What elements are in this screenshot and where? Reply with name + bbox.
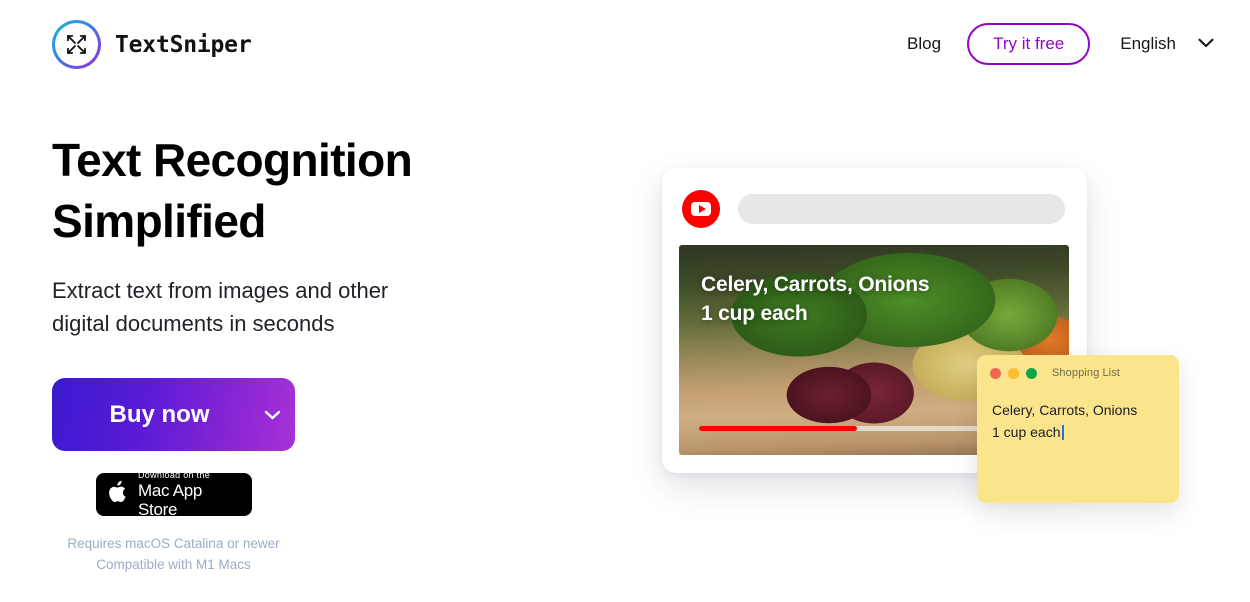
- note-titlebar: Shopping List: [990, 367, 1167, 379]
- language-selector[interactable]: English: [1120, 34, 1214, 54]
- note-text-area[interactable]: Celery, Carrots, Onions 1 cup each: [992, 399, 1169, 444]
- site-header: TextSniper Blog Try it free English: [0, 0, 1250, 90]
- chevron-down-icon: [1198, 35, 1214, 53]
- subtitle-line-2: digital documents in seconds: [52, 311, 335, 337]
- page-title: Text Recognition Simplified: [52, 130, 572, 252]
- sticky-note-window[interactable]: Shopping List Celery, Carrots, Onions 1 …: [977, 355, 1179, 503]
- note-line-2: 1 cup each: [992, 424, 1061, 441]
- requirements-line-2: Compatible with M1 Macs: [96, 557, 251, 573]
- search-input[interactable]: [738, 194, 1065, 224]
- requirements-line-1: Requires macOS Catalina or newer: [67, 536, 280, 552]
- apple-logo-icon: [109, 480, 129, 509]
- system-requirements: Requires macOS Catalina or newer Compati…: [52, 534, 295, 576]
- try-it-free-button[interactable]: Try it free: [967, 23, 1091, 65]
- buy-now-button[interactable]: Buy now: [52, 378, 295, 452]
- app-store-text: Download on the Mac App Store: [138, 470, 239, 519]
- browser-toolbar: [682, 188, 1065, 230]
- brand-logo[interactable]: TextSniper: [52, 20, 252, 69]
- youtube-play-box: [691, 202, 711, 216]
- youtube-play-icon: [682, 190, 720, 228]
- main-nav: Blog Try it free English: [881, 22, 1214, 66]
- hero-illustration: Celery, Carrots, Onions 1 cup each Shopp…: [640, 150, 1220, 550]
- text-cursor-icon: [1061, 425, 1064, 441]
- chevron-down-icon[interactable]: [249, 410, 295, 420]
- video-progress-fill: [699, 426, 857, 431]
- video-overlay-line-1: Celery, Carrots, Onions: [701, 273, 930, 296]
- headline-line-2: Simplified: [52, 195, 266, 248]
- minimize-dot-icon[interactable]: [1008, 367, 1019, 379]
- hero-subtitle: Extract text from images and other digit…: [52, 274, 572, 340]
- maximize-dot-icon[interactable]: [1026, 367, 1037, 379]
- close-dot-icon[interactable]: [990, 367, 1001, 379]
- note-title: Shopping List: [1052, 367, 1120, 379]
- buy-now-label: Buy now: [109, 400, 210, 428]
- note-line-2-wrapper: 1 cup each: [992, 421, 1169, 443]
- expand-arrows-icon: [55, 23, 98, 66]
- nav-link-blog[interactable]: Blog: [881, 22, 967, 66]
- video-overlay-line-2: 1 cup each: [701, 301, 808, 325]
- app-store-small-text: Download on the: [138, 470, 211, 481]
- logo-circle: [52, 20, 101, 69]
- play-triangle-icon: [698, 205, 706, 213]
- headline-line-1: Text Recognition: [52, 134, 413, 186]
- landing-page: TextSniper Blog Try it free English Text…: [0, 0, 1250, 602]
- subtitle-line-1: Extract text from images and other: [52, 278, 389, 304]
- video-overlay-text: Celery, Carrots, Onions 1 cup each: [701, 271, 1039, 329]
- brand-name: TextSniper: [115, 31, 252, 58]
- mac-app-store-badge[interactable]: Download on the Mac App Store: [96, 470, 252, 519]
- note-line-1: Celery, Carrots, Onions: [992, 402, 1138, 418]
- app-store-big-text: Mac App Store: [138, 481, 203, 520]
- language-label: English: [1120, 34, 1176, 53]
- hero-copy: Text Recognition Simplified Extract text…: [52, 130, 572, 576]
